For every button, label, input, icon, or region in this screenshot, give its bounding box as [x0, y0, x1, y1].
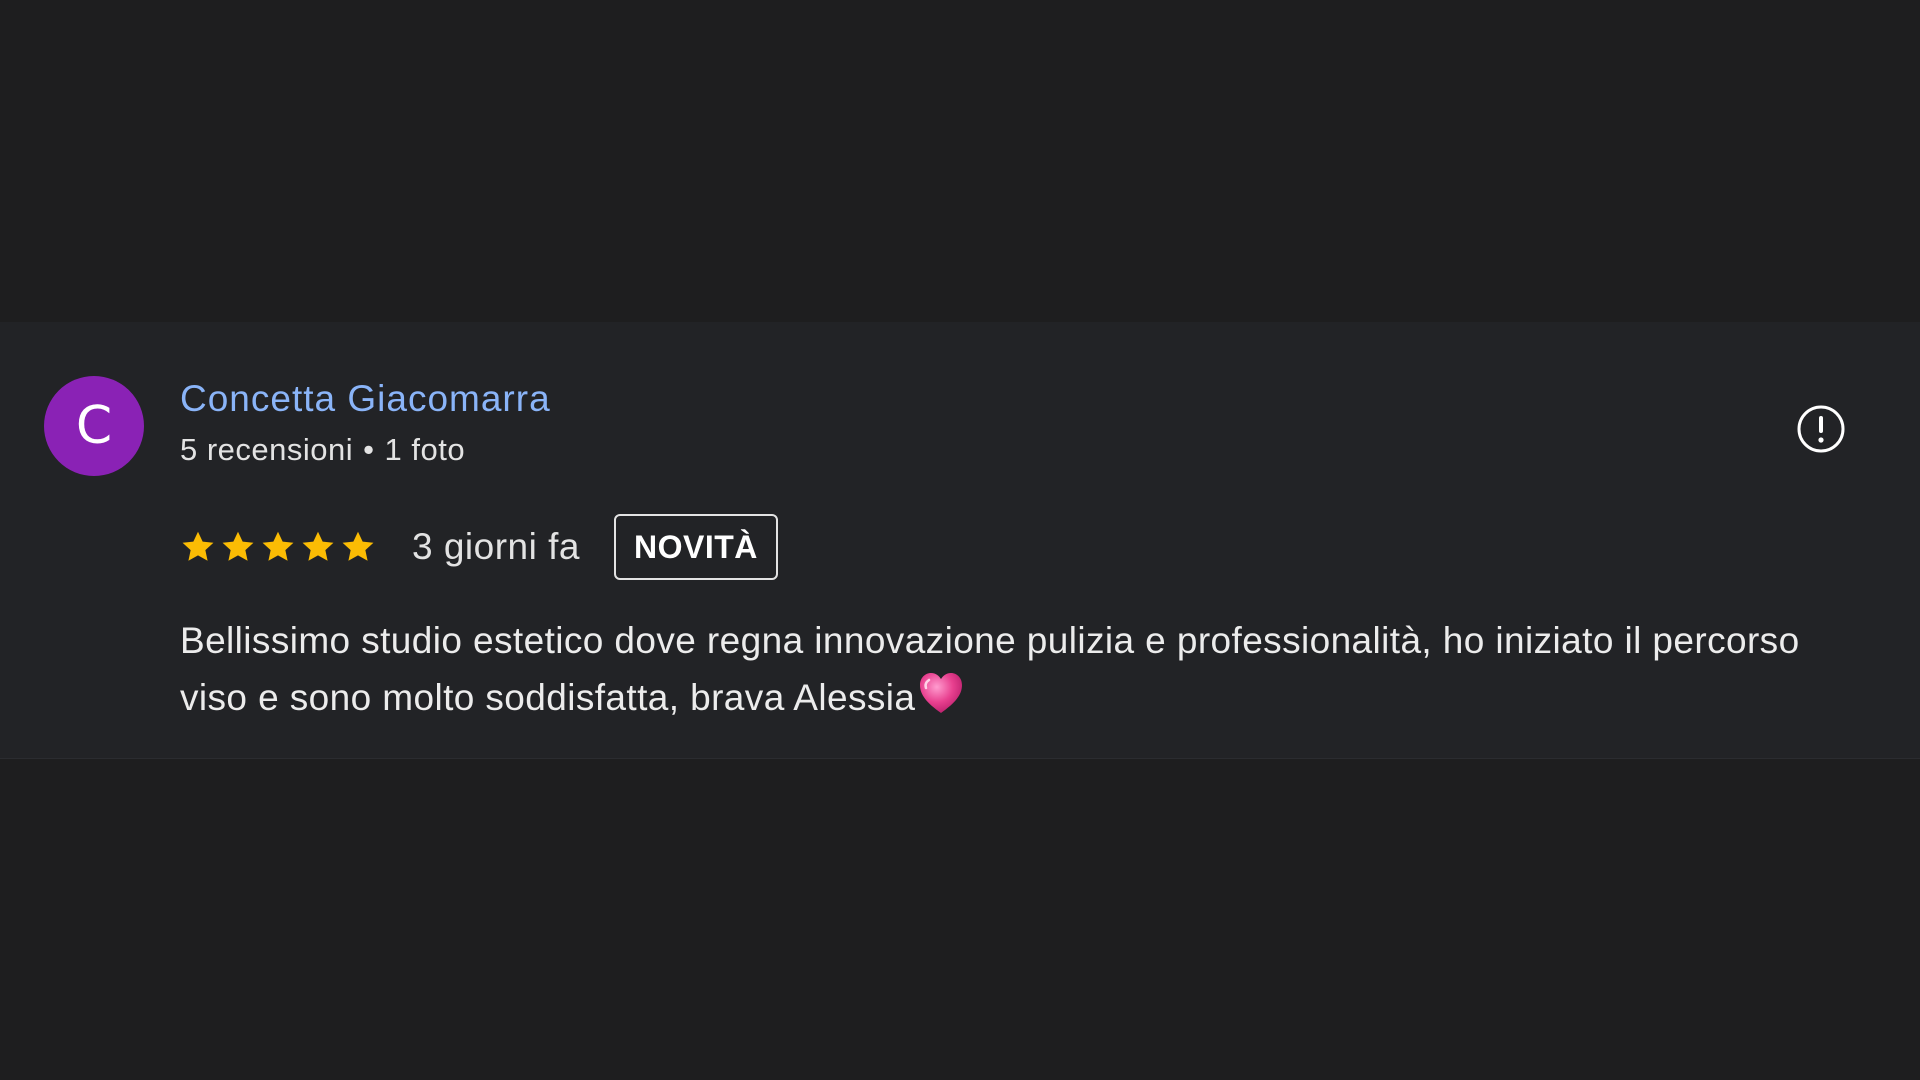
photos-count: 1 foto	[384, 432, 466, 467]
star-icon	[222, 531, 254, 561]
meta-separator: •	[363, 432, 375, 467]
rating-row: 3 giorni fa NOVITÀ	[180, 514, 778, 580]
reviewer-meta: 5 recensioni • 1 foto	[180, 432, 465, 468]
star-icon	[182, 531, 214, 561]
avatar-initial: C	[75, 396, 113, 456]
avatar[interactable]: C	[44, 376, 144, 476]
star-rating	[180, 529, 376, 565]
review-date: 3 giorni fa	[412, 526, 580, 567]
new-badge: NOVITÀ	[614, 514, 778, 580]
reviews-count: 5 recensioni	[180, 432, 354, 467]
review-card: C Concetta Giacomarra 5 recensioni • 1 fot…	[0, 322, 1920, 759]
reviewer-name-link[interactable]: Concetta Giacomarra	[180, 378, 551, 420]
pink-heart-icon	[920, 673, 963, 713]
review-body: Bellissimo studio estetico dove regna in…	[180, 620, 1800, 718]
exclamation-circle-icon	[1797, 405, 1845, 453]
review-text: Bellissimo studio estetico dove regna in…	[180, 612, 1800, 726]
star-icon	[342, 531, 374, 561]
star-icon	[262, 531, 294, 561]
report-review-button[interactable]	[1796, 404, 1846, 454]
star-icon	[302, 531, 334, 561]
